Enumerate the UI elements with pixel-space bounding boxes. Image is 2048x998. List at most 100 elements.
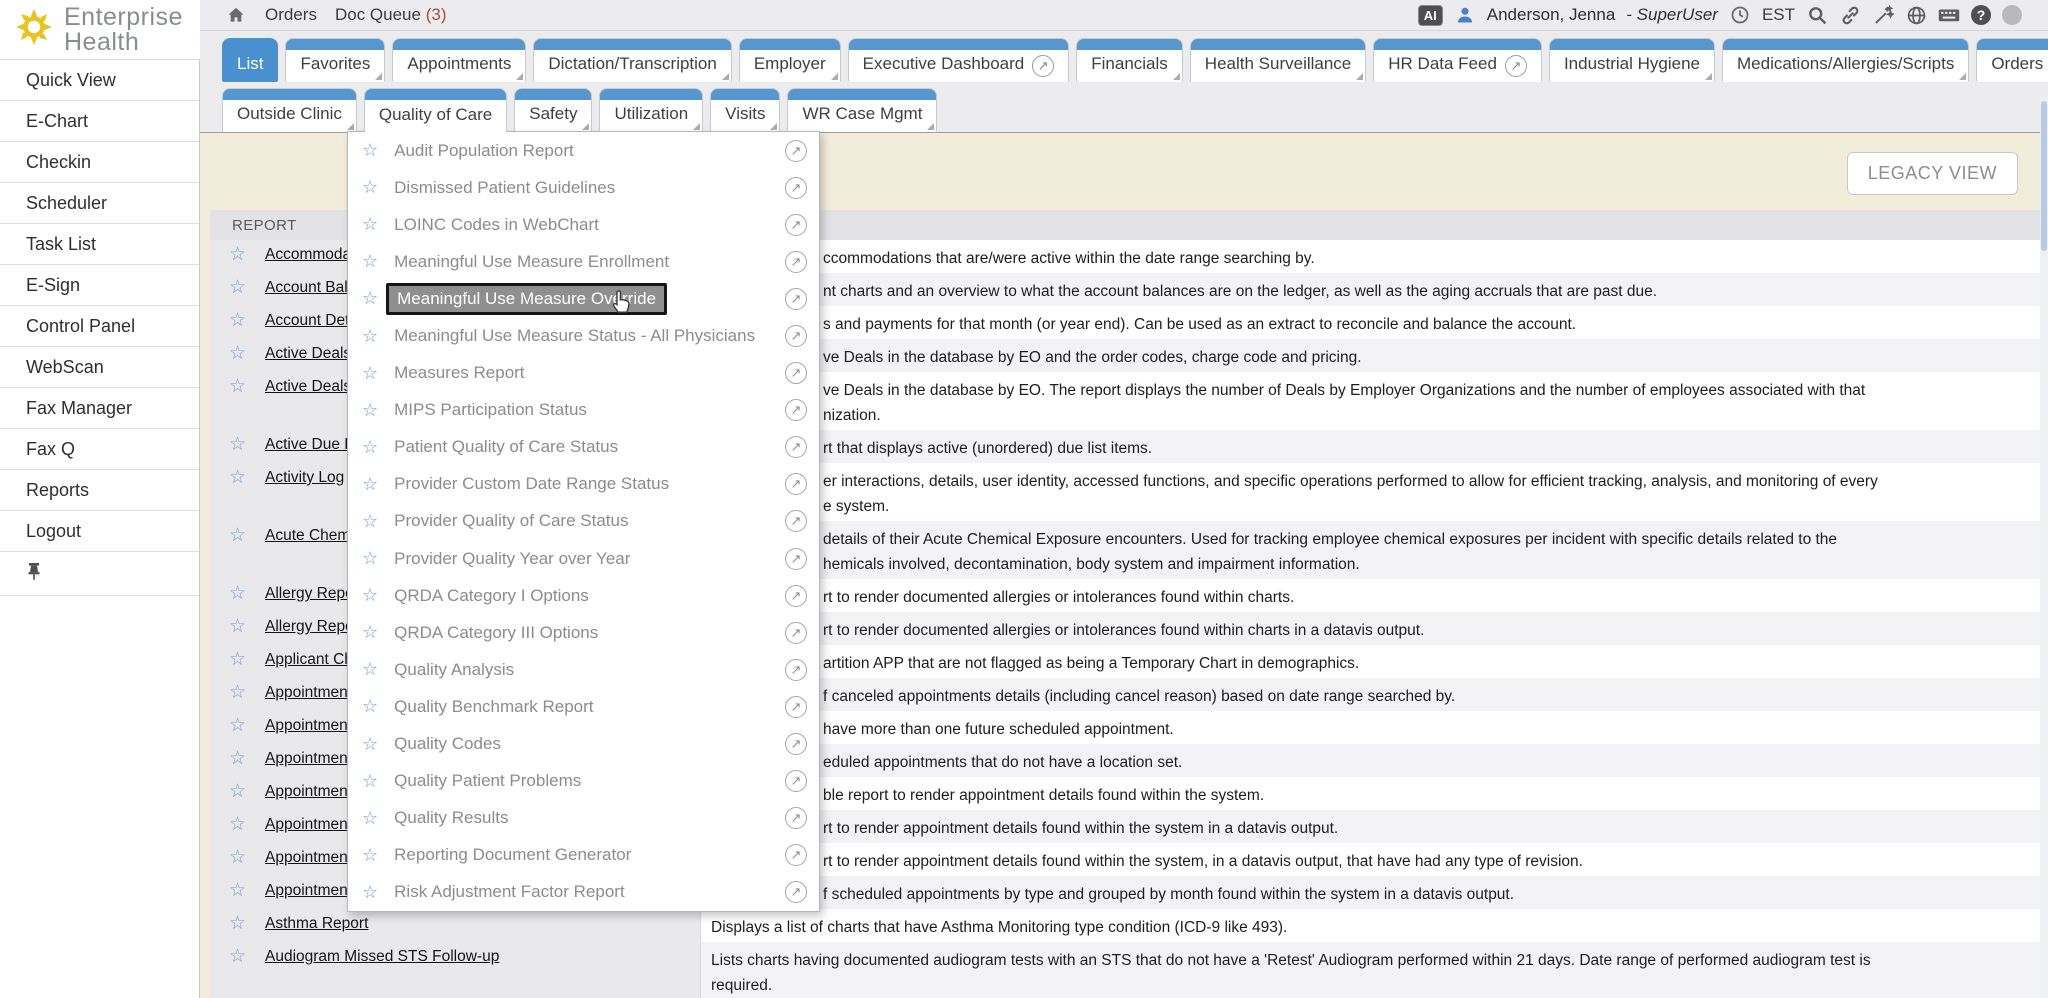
open-in-new-icon[interactable]: ↗	[785, 214, 807, 236]
favorite-star-icon[interactable]: ☆	[362, 327, 378, 346]
favorite-star-icon[interactable]: ☆	[229, 881, 246, 909]
link-icon[interactable]	[1839, 4, 1861, 26]
sidebar-item-e-sign[interactable]: E-Sign	[0, 265, 199, 306]
favorite-star-icon[interactable]: ☆	[362, 735, 378, 754]
scrollbar-thumb[interactable]	[2041, 101, 2047, 251]
sidebar-item-e-chart[interactable]: E-Chart	[0, 101, 199, 142]
dropdown-item-measures-report[interactable]: ☆Measures Report↗	[348, 355, 819, 392]
keyboard-icon[interactable]	[1938, 4, 1960, 26]
open-in-new-icon[interactable]: ↗	[785, 844, 807, 866]
sidebar-item-reports[interactable]: Reports	[0, 470, 199, 511]
favorite-star-icon[interactable]: ☆	[229, 245, 246, 273]
report-link-asthma-report[interactable]: Asthma Report	[265, 915, 368, 932]
tab-orders[interactable]: Orders	[1976, 38, 2048, 82]
dropdown-item-audit-population-report[interactable]: ☆Audit Population Report↗	[348, 132, 819, 169]
dropdown-item-quality-codes[interactable]: ☆Quality Codes↗	[348, 726, 819, 763]
tab-visits[interactable]: Visits	[710, 88, 780, 132]
favorite-star-icon[interactable]: ☆	[229, 848, 246, 876]
open-in-new-icon[interactable]: ↗	[785, 807, 807, 829]
favorite-star-icon[interactable]: ☆	[362, 475, 378, 494]
tab-safety[interactable]: Safety	[514, 88, 592, 132]
sidebar-item-scheduler[interactable]: Scheduler	[0, 183, 199, 224]
open-in-new-icon[interactable]: ↗	[785, 659, 807, 681]
favorite-star-icon[interactable]: ☆	[229, 278, 246, 306]
favorite-star-icon[interactable]: ☆	[229, 782, 246, 810]
open-in-new-icon[interactable]: ↗	[785, 399, 807, 421]
favorite-star-icon[interactable]: ☆	[229, 650, 246, 678]
favorite-star-icon[interactable]: ☆	[362, 660, 378, 679]
favorite-star-icon[interactable]: ☆	[229, 617, 246, 645]
dropdown-item-quality-patient-problems[interactable]: ☆Quality Patient Problems↗	[348, 763, 819, 800]
tab-executive-dashboard[interactable]: Executive Dashboard↗	[848, 38, 1070, 82]
wand-icon[interactable]	[1872, 4, 1894, 26]
favorite-star-icon[interactable]: ☆	[362, 401, 378, 420]
sidebar-item-fax-manager[interactable]: Fax Manager	[0, 388, 199, 429]
nav-orders[interactable]: Orders	[265, 5, 317, 25]
favorite-star-icon[interactable]: ☆	[362, 883, 378, 902]
search-icon[interactable]	[1806, 4, 1828, 26]
favorite-star-icon[interactable]: ☆	[229, 468, 246, 521]
tab-employer[interactable]: Employer	[739, 38, 841, 82]
open-in-new-icon[interactable]: ↗	[785, 548, 807, 570]
tab-utilization[interactable]: Utilization	[599, 88, 703, 132]
dropdown-item-reporting-document-generator[interactable]: ☆Reporting Document Generator↗	[348, 837, 819, 874]
tab-favorites[interactable]: Favorites	[285, 38, 385, 82]
tab-dictation-transcription[interactable]: Dictation/Transcription	[533, 38, 732, 82]
clock-icon[interactable]	[1729, 4, 1751, 26]
favorite-star-icon[interactable]: ☆	[229, 914, 246, 942]
open-in-new-icon[interactable]: ↗	[785, 436, 807, 458]
open-in-new-icon[interactable]: ↗	[785, 696, 807, 718]
open-in-new-icon[interactable]: ↗	[785, 362, 807, 384]
home-icon[interactable]	[225, 4, 247, 26]
open-in-new-icon[interactable]: ↗	[785, 251, 807, 273]
tab-wr-case-mgmt[interactable]: WR Case Mgmt	[787, 88, 937, 132]
sidebar-item-logout[interactable]: Logout	[0, 511, 199, 552]
user-name[interactable]: Anderson, Jenna	[1487, 5, 1616, 25]
favorite-star-icon[interactable]: ☆	[362, 809, 378, 828]
tab-quality-of-care[interactable]: Quality of Care	[364, 88, 507, 133]
tab-list[interactable]: List	[222, 38, 278, 82]
favorite-star-icon[interactable]: ☆	[229, 377, 246, 430]
tab-financials[interactable]: Financials	[1076, 38, 1183, 82]
tab-outside-clinic[interactable]: Outside Clinic	[222, 88, 357, 132]
dropdown-item-risk-adjustment-factor-report[interactable]: ☆Risk Adjustment Factor Report↗	[348, 874, 819, 911]
favorite-star-icon[interactable]: ☆	[229, 683, 246, 711]
open-in-new-icon[interactable]: ↗	[785, 770, 807, 792]
dropdown-item-mips-participation-status[interactable]: ☆MIPS Participation Status↗	[348, 392, 819, 429]
nav-doc-queue[interactable]: Doc Queue (3)	[335, 5, 447, 25]
open-in-new-icon[interactable]: ↗	[785, 288, 807, 310]
favorite-star-icon[interactable]: ☆	[362, 141, 378, 160]
dropdown-item-quality-results[interactable]: ☆Quality Results↗	[348, 800, 819, 837]
tab-hr-data-feed[interactable]: HR Data Feed↗	[1373, 38, 1542, 82]
dropdown-item-patient-quality-of-care-status[interactable]: ☆Patient Quality of Care Status↗	[348, 429, 819, 466]
open-in-new-icon[interactable]: ↗	[785, 473, 807, 495]
open-in-new-icon[interactable]: ↗	[785, 733, 807, 755]
favorite-star-icon[interactable]: ☆	[229, 749, 246, 777]
ai-badge[interactable]: AI	[1418, 5, 1443, 26]
open-in-new-icon[interactable]: ↗	[785, 585, 807, 607]
report-link-activity-log[interactable]: Activity Log	[265, 469, 344, 486]
sidebar-item-checkin[interactable]: Checkin	[0, 142, 199, 183]
favorite-star-icon[interactable]: ☆	[229, 815, 246, 843]
dropdown-item-provider-quality-year-over-year[interactable]: ☆Provider Quality Year over Year↗	[348, 540, 819, 577]
favorite-star-icon[interactable]: ☆	[229, 716, 246, 744]
dropdown-item-meaningful-use-measure-status-all-physicians[interactable]: ☆Meaningful Use Measure Status - All Phy…	[348, 317, 819, 354]
sidebar-item-fax-q[interactable]: Fax Q	[0, 429, 199, 470]
favorite-star-icon[interactable]: ☆	[362, 623, 378, 642]
sidebar-item-quick-view[interactable]: Quick View	[0, 60, 199, 101]
dropdown-item-provider-quality-of-care-status[interactable]: ☆Provider Quality of Care Status↗	[348, 503, 819, 540]
legacy-view-button[interactable]: LEGACY VIEW	[1847, 152, 2018, 195]
favorite-star-icon[interactable]: ☆	[362, 772, 378, 791]
favorite-star-icon[interactable]: ☆	[229, 947, 246, 998]
favorite-star-icon[interactable]: ☆	[229, 344, 246, 372]
dropdown-item-qrda-category-iii-options[interactable]: ☆QRDA Category III Options↗	[348, 614, 819, 651]
favorite-star-icon[interactable]: ☆	[362, 178, 378, 197]
dropdown-item-quality-analysis[interactable]: ☆Quality Analysis↗	[348, 651, 819, 688]
dropdown-item-loinc-codes-in-webchart[interactable]: ☆LOINC Codes in WebChart↗	[348, 206, 819, 243]
favorite-star-icon[interactable]: ☆	[229, 526, 246, 579]
help-icon[interactable]: ?	[1971, 5, 1991, 25]
dropdown-item-quality-benchmark-report[interactable]: ☆Quality Benchmark Report↗	[348, 688, 819, 725]
dropdown-item-meaningful-use-measure-override[interactable]: ☆Meaningful Use Measure Override↗	[348, 280, 819, 317]
favorite-star-icon[interactable]: ☆	[362, 846, 378, 865]
open-in-new-icon[interactable]: ↗	[785, 510, 807, 532]
